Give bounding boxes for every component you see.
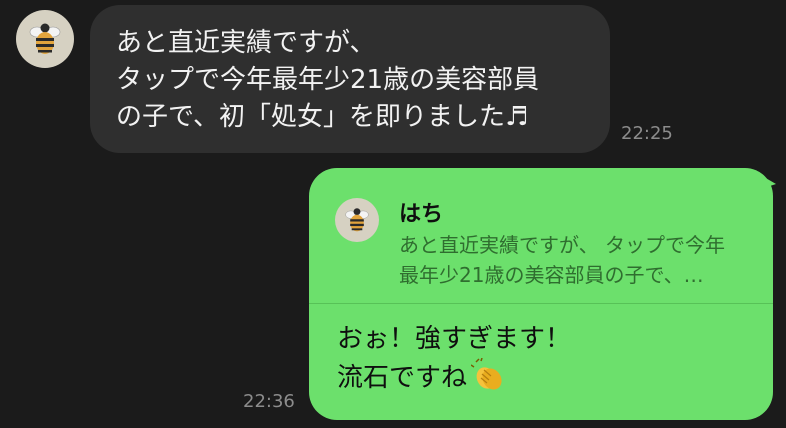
incoming-message-bubble[interactable]: あと直近実績ですが、 タップで今年最年少21歳の美容部員 の子で、初「処女」を即… xyxy=(90,5,610,153)
quoted-sender-name: はち xyxy=(399,202,444,227)
reply-text-line-with-emoji: 流石ですね xyxy=(337,357,571,403)
bee-icon xyxy=(29,23,61,54)
clapping-hands-icon xyxy=(470,357,505,403)
bee-icon xyxy=(345,208,369,232)
reply-text: おぉ！強すぎます！ 流石ですね xyxy=(337,320,571,403)
message-text-line: あと直近実績ですが、 xyxy=(116,28,376,58)
quoted-reply[interactable]: はち あと直近実績ですが、 タップで今年 最年少21歳の美容部員の子で、… xyxy=(309,168,773,304)
reply-text-line: おぉ！強すぎます！ xyxy=(337,324,572,354)
outgoing-timestamp: 22:36 xyxy=(243,391,295,412)
quoted-text: あと直近実績ですが、 タップで今年 最年少21歳の美容部員の子で、… xyxy=(399,230,725,290)
outgoing-message-bubble[interactable]: はち あと直近実績ですが、 タップで今年 最年少21歳の美容部員の子で、… おぉ… xyxy=(309,168,773,420)
sender-avatar[interactable] xyxy=(16,10,74,68)
incoming-timestamp: 22:25 xyxy=(621,123,673,144)
quoted-text-line: 最年少21歳の美容部員の子で、… xyxy=(399,263,704,287)
reply-text-line: 流石ですね xyxy=(337,363,468,393)
message-text-line: の子で、初「処女」を即りました♬ xyxy=(116,102,529,132)
quoted-text-line: あと直近実績ですが、 タップで今年 xyxy=(399,233,725,257)
message-text-line: タップで今年最年少21歳の美容部員 xyxy=(116,65,540,95)
quoted-sender-avatar xyxy=(335,198,379,242)
